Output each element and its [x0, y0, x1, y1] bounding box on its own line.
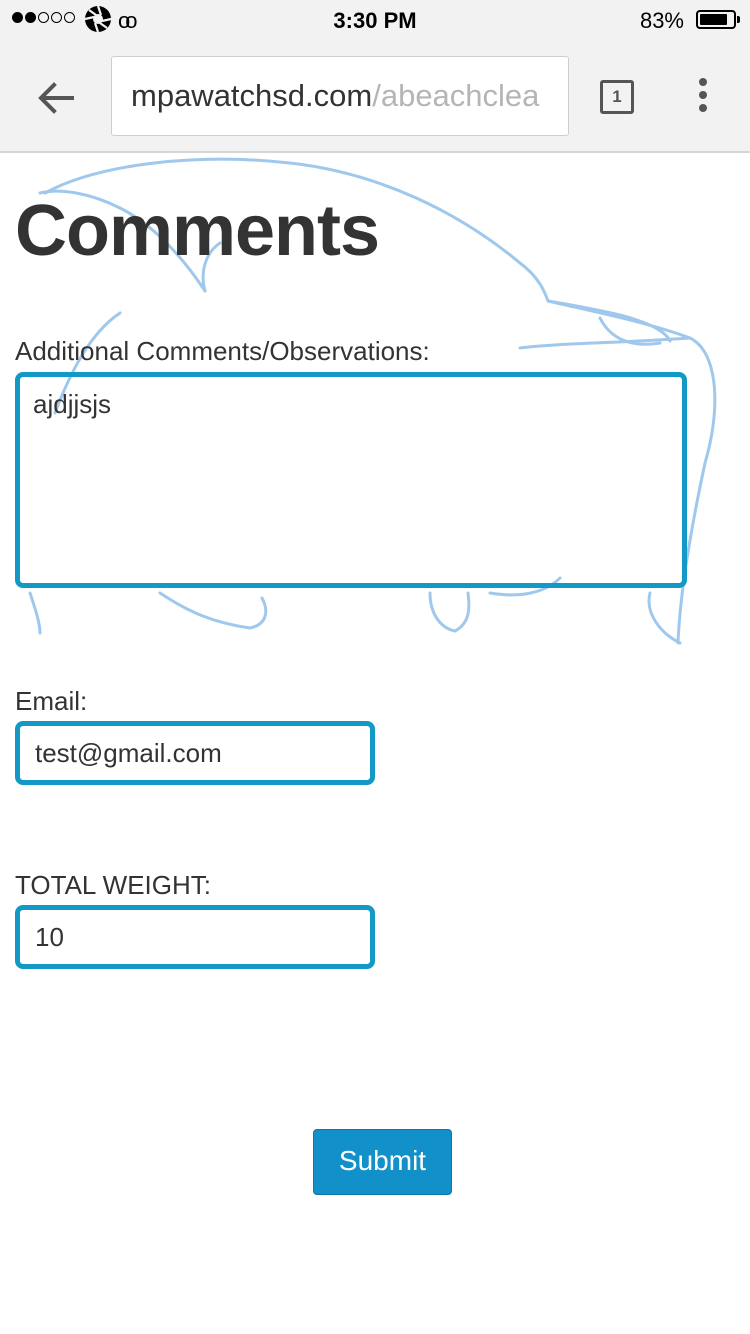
more-vert-icon[interactable] [696, 78, 710, 118]
back-arrow-icon[interactable] [34, 76, 78, 120]
url-path: /abeachclea [372, 78, 540, 113]
email-label: Email: [15, 686, 88, 716]
status-time: 3:30 PM [333, 8, 417, 33]
total-weight-field[interactable] [15, 905, 375, 969]
page-title: Comments [15, 191, 380, 271]
status-bar: oo 3:30 PM 83% [0, 0, 750, 40]
tab-switcher-button[interactable]: 1 [600, 80, 634, 114]
comments-label: Additional Comments/Observations: [15, 336, 430, 366]
battery-percent: 83% [639, 8, 684, 33]
comments-textarea[interactable]: ajdjjsjs [15, 372, 687, 588]
email-field[interactable] [15, 721, 375, 785]
url-host: mpawatchsd.com [131, 78, 373, 113]
total-weight-label: TOTAL WEIGHT: [15, 870, 211, 900]
battery-icon [696, 10, 740, 29]
address-bar[interactable]: mpawatchsd.com/abeachclea [111, 56, 569, 136]
submit-button[interactable]: Submit [313, 1129, 452, 1195]
browser-toolbar: mpawatchsd.com/abeachclea 1 [0, 40, 750, 153]
